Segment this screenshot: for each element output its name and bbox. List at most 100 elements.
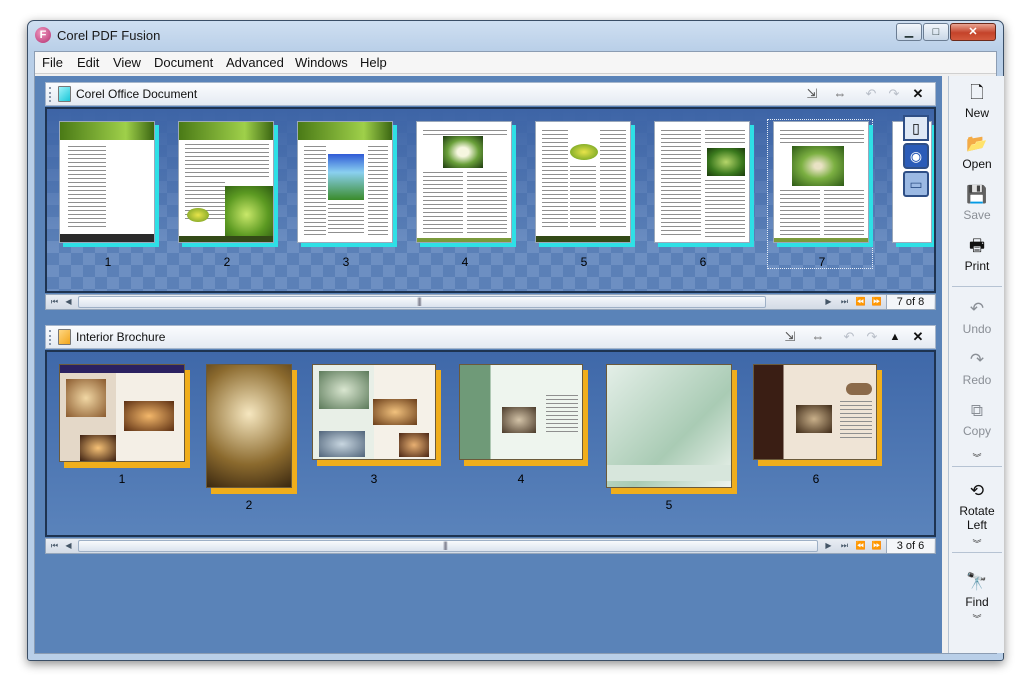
page-number: 2 [245, 498, 253, 512]
page-number: 1 [104, 255, 112, 269]
redo-icon[interactable]: ↷ [862, 328, 882, 346]
panel-title-top: Corel Office Document [76, 87, 198, 101]
collapse-panel-icon[interactable]: ▲ [885, 328, 905, 346]
insert-page-icon[interactable]: ⇲ [802, 85, 822, 103]
next-page-icon[interactable]: ⏩ [870, 296, 883, 308]
first-page-icon[interactable]: ⏮ [48, 296, 61, 308]
drag-grip-icon[interactable] [49, 330, 53, 345]
page-counter-top: 7 of 8 [886, 295, 934, 309]
menu-windows[interactable]: Windows [295, 55, 348, 70]
page-number: 5 [665, 498, 673, 512]
copy-button[interactable]: ⧉ Copy [949, 400, 1005, 438]
save-button[interactable]: 💾 Save [949, 184, 1005, 222]
undo-icon[interactable]: ↶ [861, 85, 881, 103]
page-thumbnails-top[interactable]: 1 2 3 4 5 6 7 ▯ ◉ ▭ [45, 107, 936, 293]
print-label: Print [964, 259, 990, 273]
page-number: 3 [370, 472, 378, 486]
page-thumbnail[interactable] [312, 364, 436, 460]
single-page-view-icon[interactable]: ▯ [903, 115, 929, 141]
panel-title-bottom: Interior Brochure [76, 330, 166, 344]
new-label: New [964, 106, 989, 120]
previous-page-icon[interactable]: ⏪ [854, 296, 867, 308]
menu-advanced[interactable]: Advanced [226, 55, 284, 70]
page-number: 4 [517, 472, 525, 486]
scroll-right-icon[interactable]: ▶ [822, 296, 835, 308]
previous-page-icon[interactable]: ⏪ [854, 540, 867, 552]
redo-icon[interactable]: ↷ [884, 85, 904, 103]
page-thumbnail[interactable] [753, 364, 877, 460]
page-thumbnail[interactable] [416, 121, 512, 243]
menu-file[interactable]: File [42, 55, 63, 70]
page-thumbnails-bottom[interactable]: 1 2 3 4 5 6 [45, 350, 936, 537]
page-thumbnail[interactable] [178, 121, 274, 243]
rotate-label-line2: Left [966, 518, 987, 532]
last-page-icon[interactable]: ⏭ [838, 296, 851, 308]
page-number: 6 [812, 472, 820, 486]
menu-document[interactable]: Document [154, 55, 213, 70]
copy-label: Copy [962, 424, 991, 438]
menu-edit[interactable]: Edit [77, 55, 99, 70]
expand-chevron-icon[interactable]: ︾ [949, 537, 1005, 550]
save-label: Save [963, 208, 991, 222]
drag-grip-icon[interactable] [49, 87, 53, 102]
close-window-button[interactable]: ✕ [950, 23, 996, 41]
menu-help[interactable]: Help [360, 55, 387, 70]
expand-chevron-icon[interactable]: ︾ [949, 612, 1005, 625]
maximize-button[interactable]: □ [923, 23, 949, 41]
window-title: Corel PDF Fusion [57, 28, 161, 43]
full-view-icon[interactable]: ▭ [903, 171, 929, 197]
scroll-left-icon[interactable]: ◀ [62, 540, 75, 552]
page-thumbnail[interactable] [459, 364, 583, 460]
panel-header-bottom[interactable]: Interior Brochure ⇲ ⇔ ↶ ↷ ▲ ✕ [45, 325, 936, 349]
app-window: F Corel PDF Fusion ▁ □ ✕ File Edit View … [27, 20, 1004, 661]
last-page-icon[interactable]: ⏭ [838, 540, 851, 552]
horizontal-scrollbar-top[interactable]: ⏮ ◀ ||| ▶ ⏭ ⏪ ⏩ 7 of 8 [45, 294, 936, 310]
page-number: 1 [118, 472, 126, 486]
new-button[interactable]: 🗋 New [949, 82, 1005, 120]
page-thumbnail[interactable] [59, 364, 185, 462]
rotate-left-icon: ⟲ [969, 481, 985, 500]
page-thumbnail[interactable] [535, 121, 631, 243]
insert-page-icon[interactable]: ⇲ [780, 328, 800, 346]
close-panel-icon[interactable]: ✕ [908, 85, 928, 103]
close-panel-icon[interactable]: ✕ [908, 328, 928, 346]
undo-icon[interactable]: ↶ [839, 328, 859, 346]
title-bar[interactable]: F Corel PDF Fusion ▁ □ ✕ [28, 21, 1003, 49]
first-page-icon[interactable]: ⏮ [48, 540, 61, 552]
print-button[interactable]: 🖶 Print [949, 235, 1005, 273]
page-thumbnail[interactable] [773, 121, 869, 243]
find-button[interactable]: 🔭 Find [949, 571, 1005, 609]
rotate-left-button[interactable]: ⟲ Rotate Left [949, 480, 1005, 532]
expand-chevron-icon[interactable]: ︾ [949, 451, 1005, 464]
open-button[interactable]: 📂 Open [949, 133, 1005, 171]
scroll-left-icon[interactable]: ◀ [62, 296, 75, 308]
undo-button[interactable]: ↶ Undo [949, 298, 1005, 336]
page-number: 6 [699, 255, 707, 269]
page-thumbnail[interactable] [654, 121, 750, 243]
page-thumbnail[interactable] [206, 364, 292, 488]
redo-button[interactable]: ↷ Redo [949, 349, 1005, 387]
panel-header-top[interactable]: Corel Office Document ⇲ ⇔ ↶ ↷ ✕ [45, 82, 936, 106]
scroll-thumb[interactable]: ||| [78, 296, 766, 308]
save-icon: 💾 [966, 185, 988, 204]
page-number: 2 [223, 255, 231, 269]
document-workspace: Corel Office Document ⇲ ⇔ ↶ ↷ ✕ 1 2 3 4 … [35, 76, 942, 653]
split-pages-icon[interactable]: ⇔ [830, 85, 850, 103]
page-thumbnail[interactable] [297, 121, 393, 243]
horizontal-scrollbar-bottom[interactable]: ⏮ ◀ ||| ▶ ⏭ ⏪ ⏩ 3 of 6 [45, 538, 936, 554]
page-thumbnail[interactable] [59, 121, 155, 243]
document-icon [58, 86, 71, 102]
printer-icon: 🖶 [968, 236, 986, 255]
new-document-icon: 🗋 [970, 83, 984, 102]
scroll-thumb[interactable]: ||| [78, 540, 818, 552]
minimize-button[interactable]: ▁ [896, 23, 922, 41]
split-pages-icon[interactable]: ⇔ [808, 328, 828, 346]
slideshow-view-icon[interactable]: ◉ [903, 143, 929, 169]
app-icon[interactable]: F [35, 27, 51, 43]
page-number: 3 [342, 255, 350, 269]
scroll-right-icon[interactable]: ▶ [822, 540, 835, 552]
menu-view[interactable]: View [113, 55, 141, 70]
page-thumbnail[interactable] [606, 364, 732, 488]
client-area: File Edit View Document Advanced Windows… [34, 51, 1004, 654]
next-page-icon[interactable]: ⏩ [870, 540, 883, 552]
